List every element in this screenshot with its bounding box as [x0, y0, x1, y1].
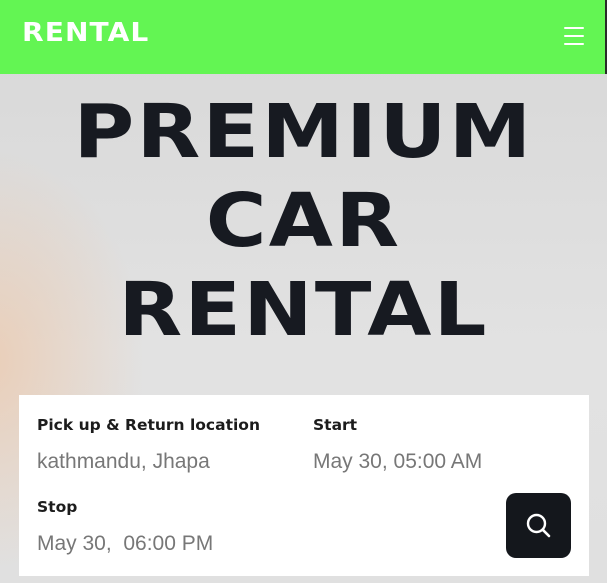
- location-label: Pick up & Return location: [37, 416, 260, 434]
- hero-title-line-2: CAR: [205, 178, 402, 264]
- hero-title-line-1: PREMIUM: [73, 89, 534, 175]
- stop-datetime-field[interactable]: May 30, 06:00 PM: [37, 532, 213, 556]
- start-datetime-field[interactable]: May 30, 05:00 AM: [313, 450, 482, 474]
- brand-logo[interactable]: RENTAL: [22, 18, 149, 48]
- menu-bar: [564, 43, 584, 45]
- stop-label: Stop: [37, 498, 78, 516]
- hero-title-line-3: RENTAL: [118, 267, 489, 353]
- search-icon: [526, 513, 551, 538]
- page: RENTAL PREMIUM CAR RENTAL Pick up & Retu…: [0, 0, 607, 583]
- menu-bar: [564, 27, 584, 29]
- search-button[interactable]: [506, 493, 571, 558]
- menu-bar: [564, 35, 584, 37]
- hero-title: PREMIUM CAR RENTAL: [0, 88, 607, 355]
- search-card: Pick up & Return location kathmandu, Jha…: [19, 395, 589, 576]
- hamburger-menu-icon[interactable]: [563, 23, 587, 49]
- location-field[interactable]: kathmandu, Jhapa: [37, 450, 210, 474]
- start-label: Start: [313, 416, 358, 434]
- navbar: RENTAL: [0, 0, 607, 74]
